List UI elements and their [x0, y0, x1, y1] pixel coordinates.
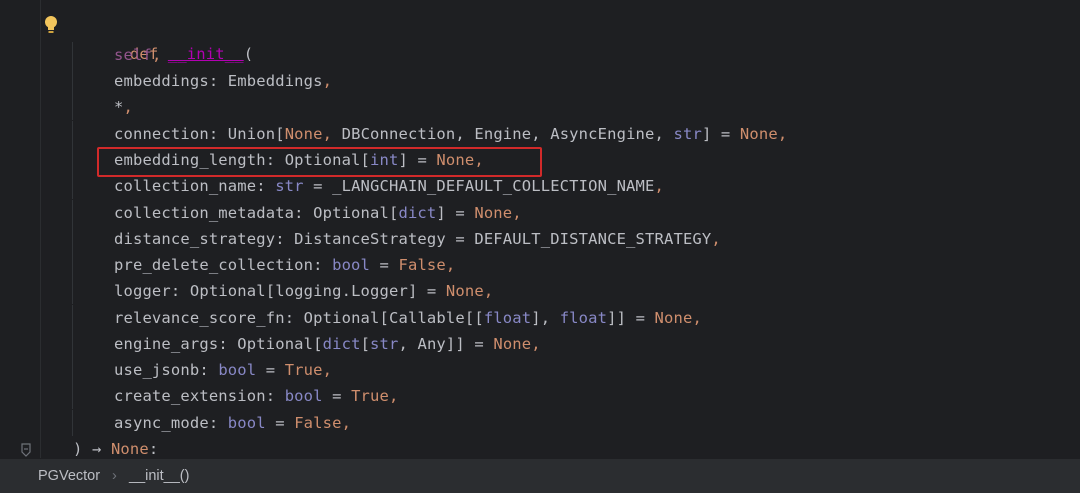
code-line-pre-delete[interactable]: pre_delete_collection: bool = False, — [0, 252, 1080, 278]
fold-icon[interactable] — [20, 443, 32, 457]
code-line-connection[interactable]: connection: Union[None, DBConnection, En… — [0, 121, 1080, 147]
param-name: embeddings — [114, 72, 209, 90]
indent-guide — [72, 331, 73, 357]
code-line-relevance-score[interactable]: relevance_score_fn: Optional[Callable[[f… — [0, 305, 1080, 331]
indent-guide — [72, 410, 73, 436]
indent-guide — [72, 173, 73, 199]
indent-guide — [72, 252, 73, 278]
indent-guide — [72, 94, 73, 120]
code-line-star[interactable]: *, — [0, 94, 1080, 120]
indent-guide — [72, 200, 73, 226]
param-name: engine_args — [114, 335, 219, 353]
param-name: collection_name — [114, 177, 257, 195]
code-line-engine-args[interactable]: engine_args: Optional[dict[str, Any]] = … — [0, 331, 1080, 357]
indent-guide — [72, 305, 73, 331]
indent-guide — [72, 226, 73, 252]
breadcrumb-method[interactable]: __init__() — [129, 468, 189, 484]
code-line-distance-strategy[interactable]: distance_strategy: DistanceStrategy = DE… — [0, 226, 1080, 252]
self-param: self — [114, 46, 152, 64]
code-line-self[interactable]: self, — [0, 42, 1080, 68]
code-line-def[interactable]: def __init__( — [0, 15, 1080, 63]
breadcrumb-class[interactable]: PGVector — [38, 468, 100, 484]
code-line-create-extension[interactable]: create_extension: bool = True, — [0, 383, 1080, 409]
indent-guide — [72, 383, 73, 409]
param-name: pre_delete_collection — [114, 256, 314, 274]
indent-guide — [72, 357, 73, 383]
code-line-use-jsonb[interactable]: use_jsonb: bool = True, — [0, 357, 1080, 383]
code-line-logger[interactable]: logger: Optional[logging.Logger] = None, — [0, 278, 1080, 304]
indent-guide — [72, 42, 73, 68]
code-line-async-mode[interactable]: async_mode: bool = False, — [0, 410, 1080, 436]
param-name: distance_strategy — [114, 230, 276, 248]
code-line-collection-metadata[interactable]: collection_metadata: Optional[dict] = No… — [0, 200, 1080, 226]
param-name: use_jsonb — [114, 361, 200, 379]
breadcrumb-separator: › — [112, 468, 117, 484]
param-name: connection — [114, 125, 209, 143]
indent-guide — [72, 147, 73, 173]
indent-guide — [72, 278, 73, 304]
param-name: relevance_score_fn — [114, 309, 285, 327]
param-name: create_extension — [114, 387, 266, 405]
param-name: collection_metadata — [114, 204, 295, 222]
param-type: Embeddings — [227, 72, 323, 90]
breadcrumb: PGVector › __init__() — [0, 458, 1080, 493]
indent-guide — [72, 68, 73, 94]
param-name: logger — [114, 282, 171, 300]
highlight-box — [97, 147, 542, 177]
param-name: async_mode — [114, 414, 209, 432]
code-editor[interactable]: def __init__( self, embeddings: Embeddin… — [0, 0, 1080, 458]
indent-guide — [72, 121, 73, 147]
code-line-embeddings[interactable]: embeddings: Embeddings, — [0, 68, 1080, 94]
